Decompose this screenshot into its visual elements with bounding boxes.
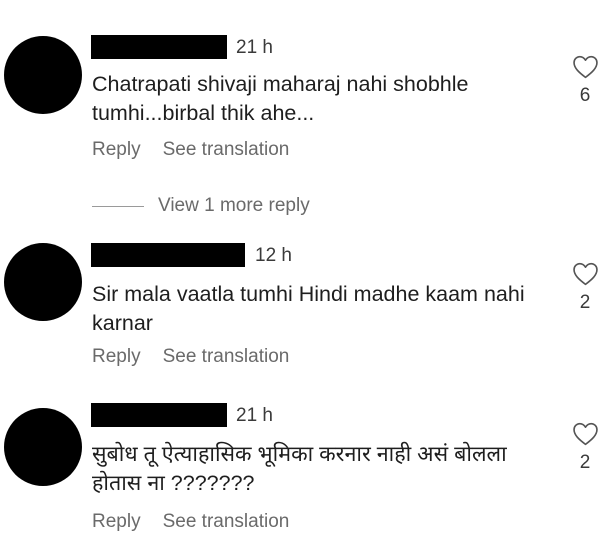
reply-button[interactable]: Reply <box>92 511 141 532</box>
like-control: 2 <box>570 422 600 474</box>
comment-timestamp: 21 h <box>236 405 273 426</box>
comment-actions: Reply See translation <box>92 511 289 533</box>
comment-text: सुबोध तू ऐत्याहासिक भूमिका करनार नाही अस… <box>92 442 507 495</box>
heart-outline-icon[interactable] <box>570 422 600 446</box>
see-translation-button[interactable]: See translation <box>163 511 290 532</box>
avatar[interactable] <box>4 408 82 486</box>
username-redacted[interactable] <box>91 403 227 427</box>
comment-3: 21 h सुबोध तू ऐत्याहासिक भूमिका करनार ना… <box>0 0 609 552</box>
like-count: 2 <box>579 452 591 473</box>
